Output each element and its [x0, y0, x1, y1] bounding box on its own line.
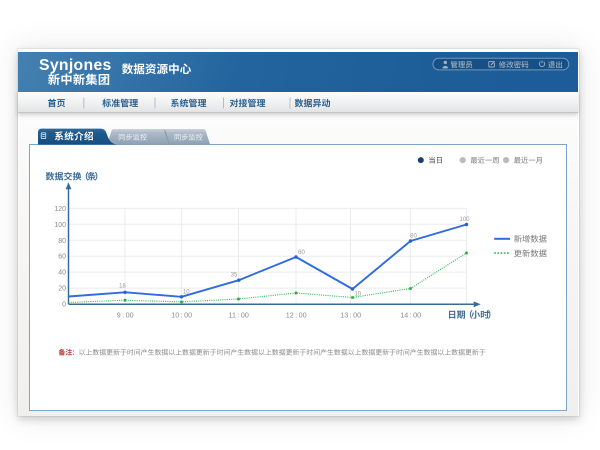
svg-text:13 : 00: 13 : 00 — [340, 310, 361, 319]
svg-text:12 : 00: 12 : 00 — [286, 310, 307, 319]
svg-text:10: 10 — [354, 291, 361, 297]
svg-text:14 : 00: 14 : 00 — [400, 310, 421, 319]
svg-text:100: 100 — [459, 217, 470, 223]
svg-text:18: 18 — [119, 284, 126, 290]
svg-text:100: 100 — [54, 222, 66, 229]
svg-text:10 : 00: 10 : 00 — [171, 310, 192, 319]
svg-text:60: 60 — [58, 254, 66, 261]
svg-text:9 : 00: 9 : 00 — [117, 310, 134, 319]
svg-text:0: 0 — [62, 302, 66, 309]
svg-text:80: 80 — [410, 233, 417, 239]
svg-text:35: 35 — [231, 273, 238, 279]
svg-text:10: 10 — [183, 290, 190, 296]
svg-text:120: 120 — [54, 206, 66, 213]
svg-text:11 : 00: 11 : 00 — [229, 310, 249, 319]
svg-text:20: 20 — [58, 286, 66, 293]
svg-text:60: 60 — [298, 250, 305, 256]
svg-text:80: 80 — [58, 238, 66, 245]
svg-text:40: 40 — [58, 270, 66, 277]
